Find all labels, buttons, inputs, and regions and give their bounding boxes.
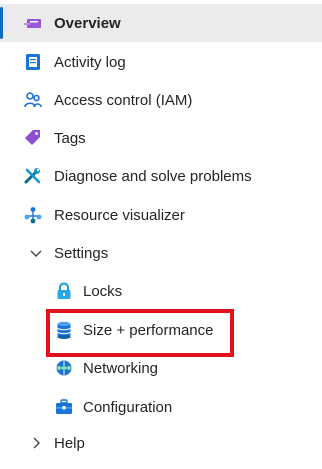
database-icon (55, 321, 73, 339)
nav-item-configuration[interactable]: Configuration (0, 388, 322, 426)
nav-item-label: Locks (83, 282, 123, 300)
toolbox-icon (55, 398, 73, 416)
nav-item-label: Resource visualizer (54, 206, 185, 224)
nav-group-help[interactable]: Help (0, 424, 322, 462)
wrench-icon (24, 167, 42, 185)
nav-item-label: Access control (IAM) (54, 91, 193, 109)
nav-group-label: Settings (54, 244, 109, 262)
chevron-right-icon (29, 436, 43, 450)
nav-item-locks[interactable]: Locks (0, 272, 322, 310)
nav-item-label: Configuration (83, 398, 173, 416)
overview-icon (24, 14, 42, 32)
tag-icon (24, 129, 42, 147)
networking-icon (55, 359, 73, 377)
nav-item-label: Tags (54, 129, 86, 147)
nav-item-label: Diagnose and solve problems (54, 167, 252, 185)
nav-item-diagnose[interactable]: Diagnose and solve problems (0, 157, 322, 195)
nav-item-access-control[interactable]: Access control (IAM) (0, 81, 322, 119)
chevron-down-icon (29, 246, 43, 260)
resource-menu: Overview Activity log Access control (IA… (0, 0, 322, 469)
nav-item-size-performance[interactable]: Size + performance (0, 311, 322, 349)
nav-item-label: Size + performance (83, 321, 214, 339)
nav-item-overview[interactable]: Overview (0, 4, 322, 42)
access-control-icon (24, 91, 42, 109)
nav-item-label: Activity log (54, 53, 126, 71)
nav-item-activity-log[interactable]: Activity log (0, 43, 322, 81)
activity-log-icon (24, 53, 42, 71)
nav-item-label: Overview (54, 14, 121, 32)
nav-item-tags[interactable]: Tags (0, 119, 322, 157)
nav-group-settings[interactable]: Settings (0, 234, 322, 272)
lock-icon (55, 282, 73, 300)
nav-item-label: Networking (83, 359, 159, 377)
nav-group-label: Help (54, 434, 85, 452)
nav-item-resource-visualizer[interactable]: Resource visualizer (0, 196, 322, 234)
resource-visualizer-icon (24, 206, 42, 224)
nav-item-networking[interactable]: Networking (0, 349, 322, 387)
